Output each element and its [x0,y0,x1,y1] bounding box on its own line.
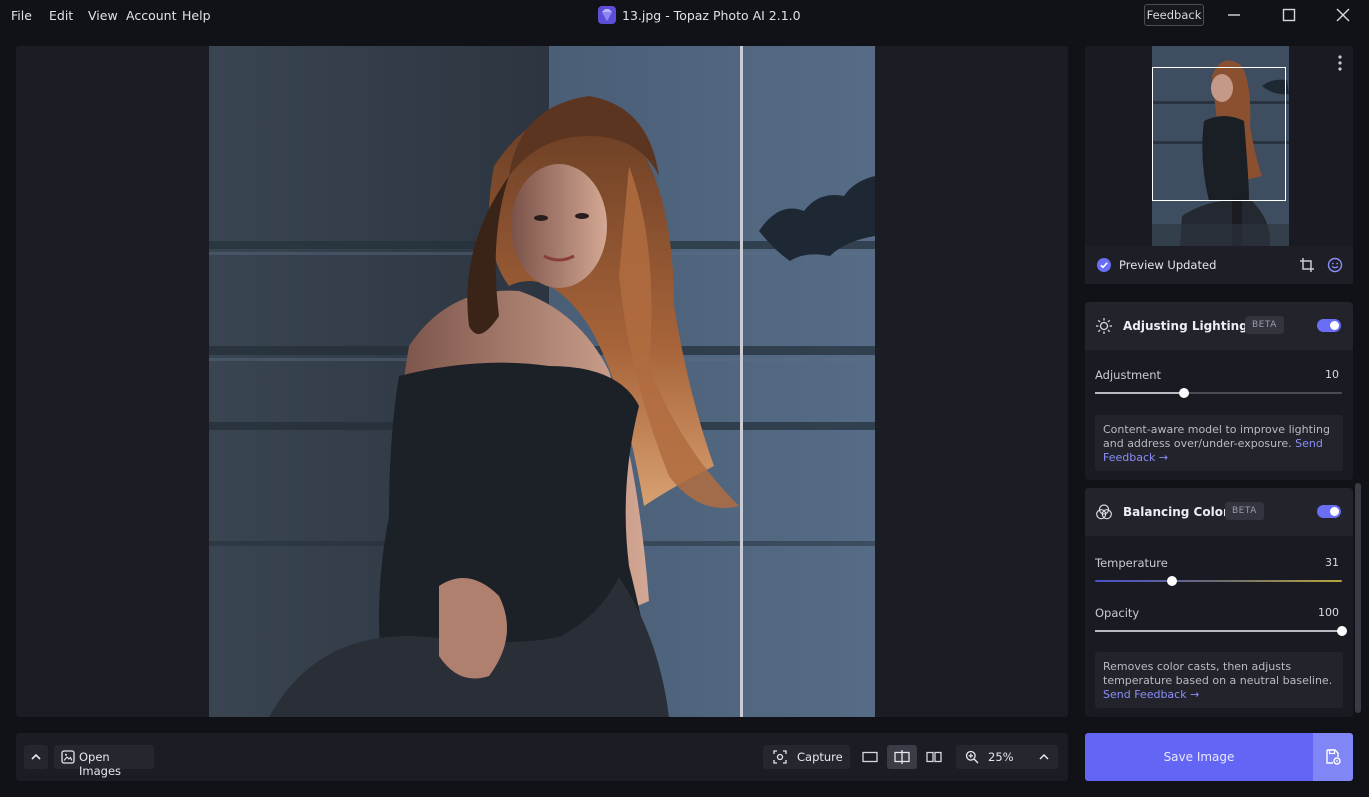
balancing-color-title: Balancing Color [1123,505,1229,519]
split-view-button[interactable] [887,745,917,769]
capture-button[interactable]: Capture [763,745,850,769]
chevron-up-icon[interactable] [1038,752,1050,762]
window-title: 13.jpg - Topaz Photo AI 2.1.0 [622,8,801,23]
menu-file[interactable]: File [11,8,32,23]
opacity-value: 100 [1318,606,1339,619]
zoom-level: 25% [988,750,1014,764]
temperature-slider-thumb[interactable] [1166,576,1177,586]
color-balance-icon [1096,504,1112,520]
navigator-viewport-frame[interactable] [1152,67,1286,201]
adjustment-value: 10 [1325,368,1339,381]
check-circle-icon [1097,258,1111,272]
beta-badge: BETA [1245,316,1284,334]
adjustment-slider-thumb[interactable] [1178,388,1189,398]
temperature-value: 31 [1325,556,1339,569]
image-canvas[interactable] [16,46,1068,717]
opacity-slider-thumb[interactable] [1337,626,1347,636]
balancing-color-toggle[interactable] [1317,505,1341,518]
adjustment-label: Adjustment [1095,368,1162,382]
open-images-button[interactable]: Open Images [54,745,154,778]
opacity-label: Opacity [1095,606,1140,620]
split-view-icon [894,750,910,764]
color-description-text: Removes color casts, then adjusts temper… [1103,660,1333,687]
chevron-up-icon [31,753,41,760]
menu-account[interactable]: Account [126,8,176,23]
zoom-control[interactable]: 25% [956,745,1058,769]
adjusting-lighting-header[interactable]: Adjusting Lighting BETA [1085,302,1353,350]
crop-icon[interactable] [1299,257,1315,273]
save-options-button[interactable] [1313,733,1353,781]
beta-badge: BETA [1225,502,1264,520]
adjustment-slider-fill [1095,392,1184,394]
adjustment-slider[interactable] [1095,388,1342,398]
side-by-side-button[interactable] [919,745,949,769]
balancing-color-card: Balancing Color BETA Temperature 31 Opac… [1085,488,1353,717]
right-panel: Preview Updated Adjusting Lighting BETA … [1085,46,1353,717]
portrait-photo [209,46,875,717]
sun-icon [1096,318,1112,334]
menu-help[interactable]: Help [182,8,211,23]
title-bar: File Edit View Account Help 13.jpg - Top… [0,0,1369,30]
collapse-button[interactable] [24,745,48,769]
preview-status-bar: Preview Updated [1085,246,1353,284]
right-panel-scrollbar[interactable] [1355,483,1361,713]
bottom-toolbar: Open Images Capture 25% [16,733,1068,781]
more-vertical-icon[interactable] [1334,54,1346,72]
save-image-button[interactable]: Save Image [1085,733,1313,781]
side-by-side-icon [926,751,942,763]
single-view-button[interactable] [855,745,885,769]
capture-label: Capture [797,750,843,764]
color-send-feedback-link[interactable]: Send Feedback → [1103,688,1199,701]
maximize-icon[interactable] [1279,5,1299,25]
compare-split-handle[interactable] [740,46,743,717]
face-icon[interactable] [1327,257,1343,273]
lighting-description: Content-aware model to improve lighting … [1095,415,1343,471]
menu-edit[interactable]: Edit [49,8,73,23]
zoom-in-icon [965,750,979,764]
preview-status-label: Preview Updated [1119,258,1217,272]
menu-view[interactable]: View [88,8,118,23]
temperature-label: Temperature [1095,556,1168,570]
single-view-icon [862,751,878,763]
opacity-slider-fill [1095,630,1342,632]
adjusting-lighting-title: Adjusting Lighting [1123,319,1248,333]
topaz-gem-icon [598,6,616,24]
feedback-button[interactable]: Feedback [1144,4,1204,26]
minimize-icon[interactable] [1224,5,1244,25]
opacity-slider[interactable] [1095,626,1347,636]
temperature-slider[interactable] [1095,576,1342,586]
navigator-card: Preview Updated [1085,46,1353,284]
balancing-color-header[interactable]: Balancing Color BETA [1085,488,1353,536]
adjusting-lighting-card: Adjusting Lighting BETA Adjustment 10 Co… [1085,302,1353,480]
color-description: Removes color casts, then adjusts temper… [1095,652,1343,708]
image-icon [61,750,75,764]
open-images-label: Open Images [79,750,122,778]
save-settings-icon [1326,749,1341,765]
capture-icon [773,750,787,764]
close-icon[interactable] [1333,5,1353,25]
adjusting-lighting-toggle[interactable] [1317,319,1341,332]
